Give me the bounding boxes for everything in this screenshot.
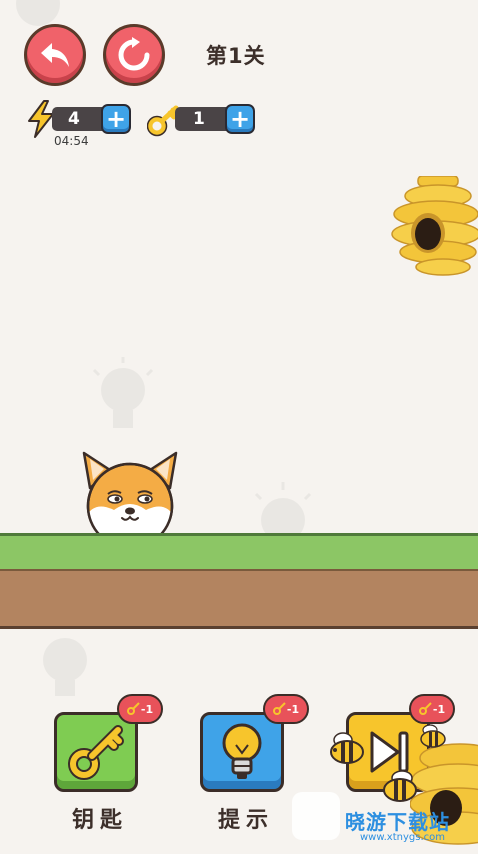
watermark-url: www.xtnygs.com xyxy=(360,832,445,843)
restart-icon xyxy=(118,37,150,71)
hint-cost-badge: -1 xyxy=(263,694,309,724)
lightbulb-icon xyxy=(222,723,262,779)
skip-cost-value: -1 xyxy=(432,702,446,716)
bee-icon xyxy=(418,722,448,754)
bee-icon xyxy=(327,730,367,770)
hint-button[interactable] xyxy=(200,712,284,792)
energy-timer: 04:54 xyxy=(54,134,89,148)
undo-button[interactable] xyxy=(24,24,86,86)
key-icon xyxy=(272,702,286,715)
key-value: 1 xyxy=(193,109,205,129)
key-icon xyxy=(126,702,140,715)
key-cost-value: -1 xyxy=(140,702,154,716)
use-key-button[interactable] xyxy=(54,712,138,792)
skip-cost-badge: -1 xyxy=(409,694,455,724)
key-button-label: 钥匙 xyxy=(71,808,128,833)
background-lightbulb-icon xyxy=(88,355,158,449)
hint-cost-value: -1 xyxy=(286,702,300,716)
key-cost-badge: -1 xyxy=(117,694,163,724)
grass-platform xyxy=(0,533,478,569)
watermark-text: 晓游下载站 xyxy=(345,810,450,834)
bee-icon xyxy=(380,768,420,808)
dirt-ground xyxy=(0,569,478,629)
restart-button[interactable] xyxy=(103,24,165,86)
level-title: 第1关 xyxy=(206,44,266,68)
key-icon xyxy=(68,725,124,780)
watermark-logo xyxy=(292,792,340,840)
key-icon xyxy=(418,702,432,715)
undo-arrow-icon xyxy=(41,43,69,67)
add-energy-button[interactable]: + xyxy=(101,104,131,134)
background-lightbulb-icon xyxy=(30,630,100,714)
hint-button-label: 提示 xyxy=(217,808,274,833)
add-key-button[interactable]: + xyxy=(225,104,255,134)
beehive xyxy=(388,175,478,284)
energy-value: 4 xyxy=(68,109,80,129)
